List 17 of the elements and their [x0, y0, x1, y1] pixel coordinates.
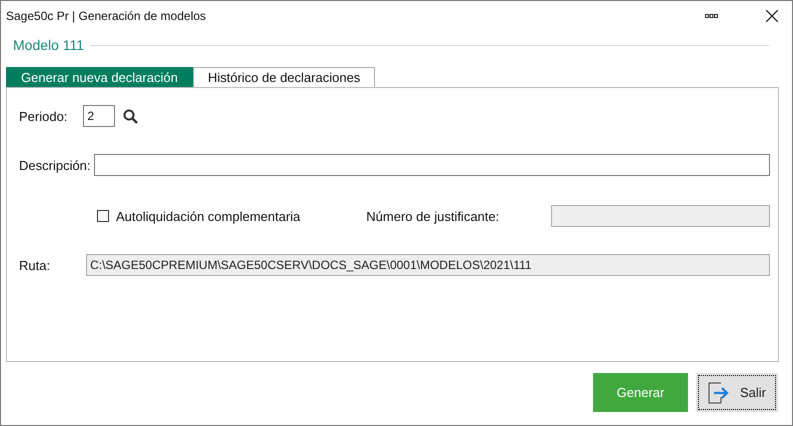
section-title: Modelo 111	[13, 37, 84, 53]
field-label: Número de justificante:	[366, 208, 500, 224]
tab[interactable]: Generar nueva declaración	[6, 67, 193, 87]
field-label: Periodo:	[19, 108, 68, 124]
close-icon	[766, 10, 778, 22]
tab[interactable]: Histórico de declaraciones	[192, 67, 376, 87]
input-field[interactable]	[94, 154, 770, 176]
more-icon[interactable]	[705, 14, 718, 18]
exit-icon	[708, 382, 730, 404]
exit-button[interactable]: Salir	[696, 373, 778, 412]
checkbox-label: Autoliquidación complementaria	[116, 208, 300, 224]
search-icon[interactable]	[123, 108, 138, 124]
field-label: Descripción:	[19, 158, 91, 172]
input-field[interactable]: 2	[83, 105, 116, 127]
field-label: Ruta:	[19, 258, 50, 272]
checkbox[interactable]	[97, 210, 109, 222]
window-title: Sage50c Pr | Generación de modelos	[6, 9, 207, 23]
